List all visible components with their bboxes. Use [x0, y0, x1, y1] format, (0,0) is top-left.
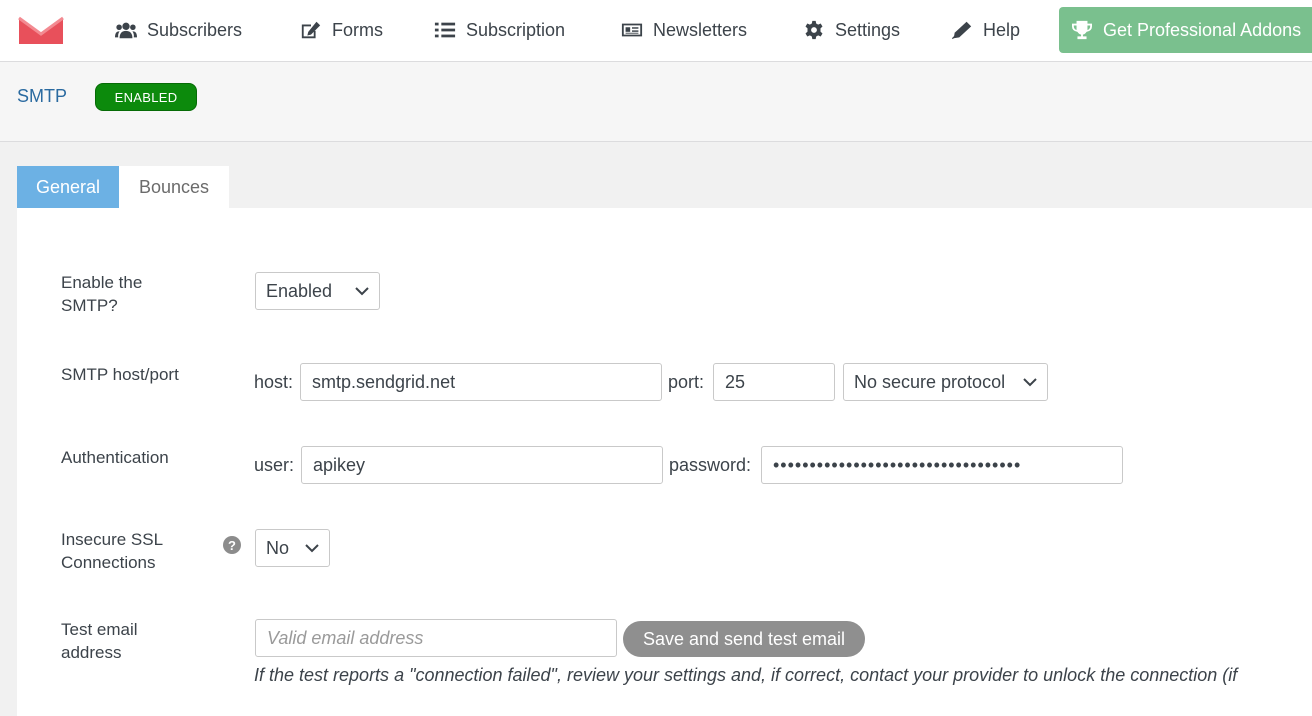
nav-label: Help: [983, 19, 1021, 40]
nav-subscription[interactable]: Subscription: [434, 0, 565, 60]
test-email-input[interactable]: [255, 619, 617, 657]
nav-label: Settings: [835, 19, 901, 40]
newsletter-logo-icon[interactable]: [17, 14, 65, 46]
nav-help[interactable]: Help: [951, 0, 1020, 60]
smtp-port-input[interactable]: [713, 363, 835, 401]
status-badge: ENABLED: [95, 83, 197, 111]
gear-icon: [805, 20, 823, 40]
test-hint-text: If the test reports a "connection failed…: [254, 665, 1238, 685]
get-pro-addons-button[interactable]: Get Professional Addons: [1059, 7, 1312, 53]
nav-label: Forms: [332, 19, 383, 40]
pen-icon: [951, 21, 972, 40]
tab-general[interactable]: General: [17, 166, 119, 208]
nav-newsletters[interactable]: Newsletters: [621, 0, 747, 60]
insecure-ssl-label: Insecure SSL Connections: [61, 530, 163, 572]
insecure-ssl-value: No: [266, 537, 290, 558]
nav-subscribers[interactable]: Subscribers: [115, 0, 242, 60]
list-icon: [434, 22, 456, 38]
chevron-down-icon: [305, 544, 319, 553]
test-email-label: Test email address: [61, 620, 138, 662]
question-circle-icon[interactable]: ?: [223, 536, 241, 554]
pro-button-label: Get Professional Addons: [1103, 19, 1302, 40]
save-send-test-email-button[interactable]: Save and send test email: [623, 621, 865, 657]
chevron-down-icon: [355, 287, 369, 296]
nav-label: Newsletters: [653, 19, 748, 40]
authentication-label: Authentication: [61, 448, 169, 467]
newspaper-icon: [621, 23, 643, 37]
smtp-user-input[interactable]: [301, 446, 663, 484]
edit-icon: [301, 21, 321, 39]
smtp-password-input[interactable]: [761, 446, 1123, 484]
page-header: SMTP ENABLED: [0, 62, 1312, 142]
port-label: port:: [668, 372, 705, 392]
insecure-ssl-select[interactable]: No: [255, 529, 330, 567]
users-icon: [115, 22, 137, 39]
tab-bounces[interactable]: Bounces: [119, 166, 229, 208]
host-label: host:: [254, 372, 294, 392]
password-label: password:: [669, 455, 752, 475]
smtp-host-port-label: SMTP host/port: [61, 365, 179, 384]
page-title: SMTP: [17, 86, 68, 106]
user-label: user:: [254, 455, 295, 475]
nav-forms[interactable]: Forms: [300, 0, 383, 60]
enable-smtp-value: Enabled: [266, 280, 333, 301]
chevron-down-icon: [1023, 378, 1037, 387]
secure-protocol-value: No secure protocol: [854, 371, 1006, 392]
secure-protocol-select[interactable]: No secure protocol: [843, 363, 1048, 401]
nav-label: Subscribers: [147, 19, 243, 40]
enable-smtp-label: Enable the SMTP?: [61, 273, 143, 315]
top-nav: Subscribers Forms Subscription Newslette…: [0, 0, 1312, 62]
trophy-icon: [1072, 20, 1092, 40]
smtp-host-input[interactable]: [300, 363, 662, 401]
enable-smtp-select[interactable]: Enabled: [255, 272, 380, 310]
nav-settings[interactable]: Settings: [803, 0, 900, 60]
nav-label: Subscription: [466, 19, 566, 40]
